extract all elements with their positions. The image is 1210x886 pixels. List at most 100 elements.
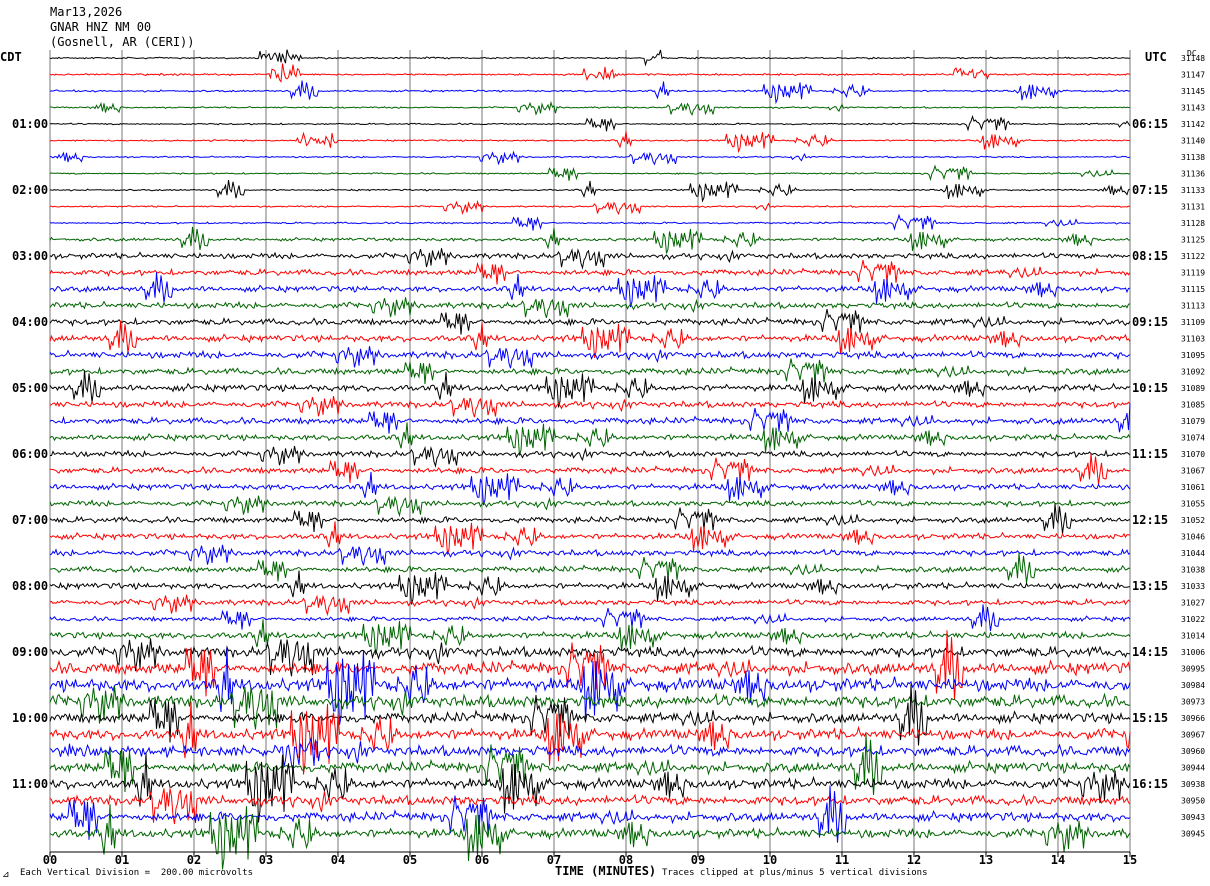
dc-offset-label: 31027 [1181,599,1205,608]
trace-row [49,521,1131,555]
dc-offset-label: 31055 [1181,500,1205,509]
trace-row [49,226,1131,254]
dc-offset-label: 31006 [1181,648,1205,657]
dc-offset-label: 31140 [1181,137,1205,146]
trace-row [49,320,1131,359]
dc-offset-label: 31070 [1181,450,1205,459]
dc-offset-label: 31089 [1181,384,1205,393]
right-timezone-label: UTC [1145,50,1167,64]
dc-offset-label: 31142 [1181,120,1205,129]
dc-offset-label: 31046 [1181,533,1205,542]
trace-row [50,445,1131,468]
dc-offset-label: 31038 [1181,566,1205,575]
trace-row [49,272,1130,308]
left-hour-label: 03:00 [12,249,48,263]
left-hour-label: 08:00 [12,579,48,593]
right-hour-label: 07:15 [1132,183,1168,197]
header-location: (Gosnell, AR (CERI)) [50,35,195,49]
left-hour-label: 09:00 [12,645,48,659]
trace-row [49,701,1131,775]
trace-row [49,80,1131,105]
x-tick-label: 15 [1123,853,1137,867]
trace-row [49,594,1131,617]
trace-row [49,131,1131,154]
dc-offset-label: 31131 [1181,203,1205,212]
dc-offset-label: 30966 [1181,714,1205,723]
clip-note: Traces clipped at plus/minus 5 vertical … [662,868,928,878]
trace-row [49,733,1131,796]
trace-row [49,453,1131,485]
right-hour-label: 12:15 [1132,513,1168,527]
dc-offset-label: 31103 [1181,335,1205,344]
dc-offset-label: 31143 [1181,104,1205,113]
x-tick-label: 12 [907,853,921,867]
trace-row [49,164,1131,181]
dc-offset-label: 30995 [1181,665,1205,674]
dc-offset-label: 31133 [1181,186,1205,195]
seismic-traces [49,49,1131,870]
dc-offset-label: 31145 [1181,87,1205,96]
trace-row [49,752,1131,823]
trace-row [50,100,1131,117]
x-tick-label: 09 [691,853,705,867]
dc-offset-label: 30984 [1181,681,1205,690]
x-tick-label: 06 [475,853,489,867]
trace-row [49,471,1131,506]
right-hour-label: 06:15 [1132,117,1168,131]
corner-mark: ⊿ [2,870,10,880]
trace-row [49,396,1131,418]
x-tick-label: 11 [835,853,849,867]
trace-row [49,604,1131,631]
dc-offset-label: 31085 [1181,401,1205,410]
trace-row [49,804,1131,870]
trace-row [49,297,1131,318]
x-tick-label: 00 [43,853,57,867]
dc-offset-label: 31074 [1181,434,1205,443]
dc-offset-label: 31061 [1181,483,1205,492]
trace-row [49,503,1131,534]
dc-offset-label: 31122 [1181,252,1205,261]
dc-offset-label: 31079 [1181,417,1205,426]
left-hour-label: 07:00 [12,513,48,527]
scale-note: Each Vertical Division = 200.00 microvol… [20,868,253,878]
trace-row [50,179,1131,203]
x-tick-label: 01 [115,853,129,867]
x-tick-label: 05 [403,853,417,867]
header-station: GNAR HNZ NM 00 [50,20,152,34]
left-hour-label: 01:00 [12,117,48,131]
x-tick-label: 04 [331,853,345,867]
dc-offset-label: 30960 [1181,747,1205,756]
trace-row [49,63,1131,83]
left-hour-label: 06:00 [12,447,48,461]
trace-row [49,114,1131,132]
trace-row [49,570,1131,605]
dc-offset-label: 31136 [1181,170,1205,179]
dc-offset-label: 31113 [1181,302,1205,311]
dc-offset-label: 31109 [1181,318,1205,327]
right-hour-label: 14:15 [1132,645,1168,659]
trace-row [49,647,1131,726]
dc-offset-label: 30945 [1181,830,1205,839]
trace-row [49,552,1131,584]
dc-offset-label: 31095 [1181,351,1205,360]
left-hour-label: 02:00 [12,183,48,197]
header-date: Mar13,2026 [50,5,123,19]
x-tick-label: 02 [187,853,201,867]
dc-offset-label: 31067 [1181,467,1205,476]
trace-row [49,150,1131,166]
dc-offset-label: 31052 [1181,516,1205,525]
right-hour-label: 16:15 [1132,777,1168,791]
dc-offset-label: 31033 [1181,582,1205,591]
dc-offset-label: 31115 [1181,285,1205,294]
dc-offset-label: 30967 [1181,731,1205,740]
left-hour-label: 05:00 [12,381,48,395]
dc-offset-label: 31119 [1181,269,1205,278]
right-hour-label: 11:15 [1132,447,1168,461]
axes: 00 01 02 03 04 05 06 07 08 09 10 11 12 13 14 1531148311… [12,54,1205,867]
dc-offset-label: 31138 [1181,153,1205,162]
x-tick-label: 03 [259,853,273,867]
dc-offset-label: 30938 [1181,780,1205,789]
dc-column-label: DC [1187,49,1197,58]
trace-row [49,544,1131,566]
left-hour-label: 10:00 [12,711,48,725]
